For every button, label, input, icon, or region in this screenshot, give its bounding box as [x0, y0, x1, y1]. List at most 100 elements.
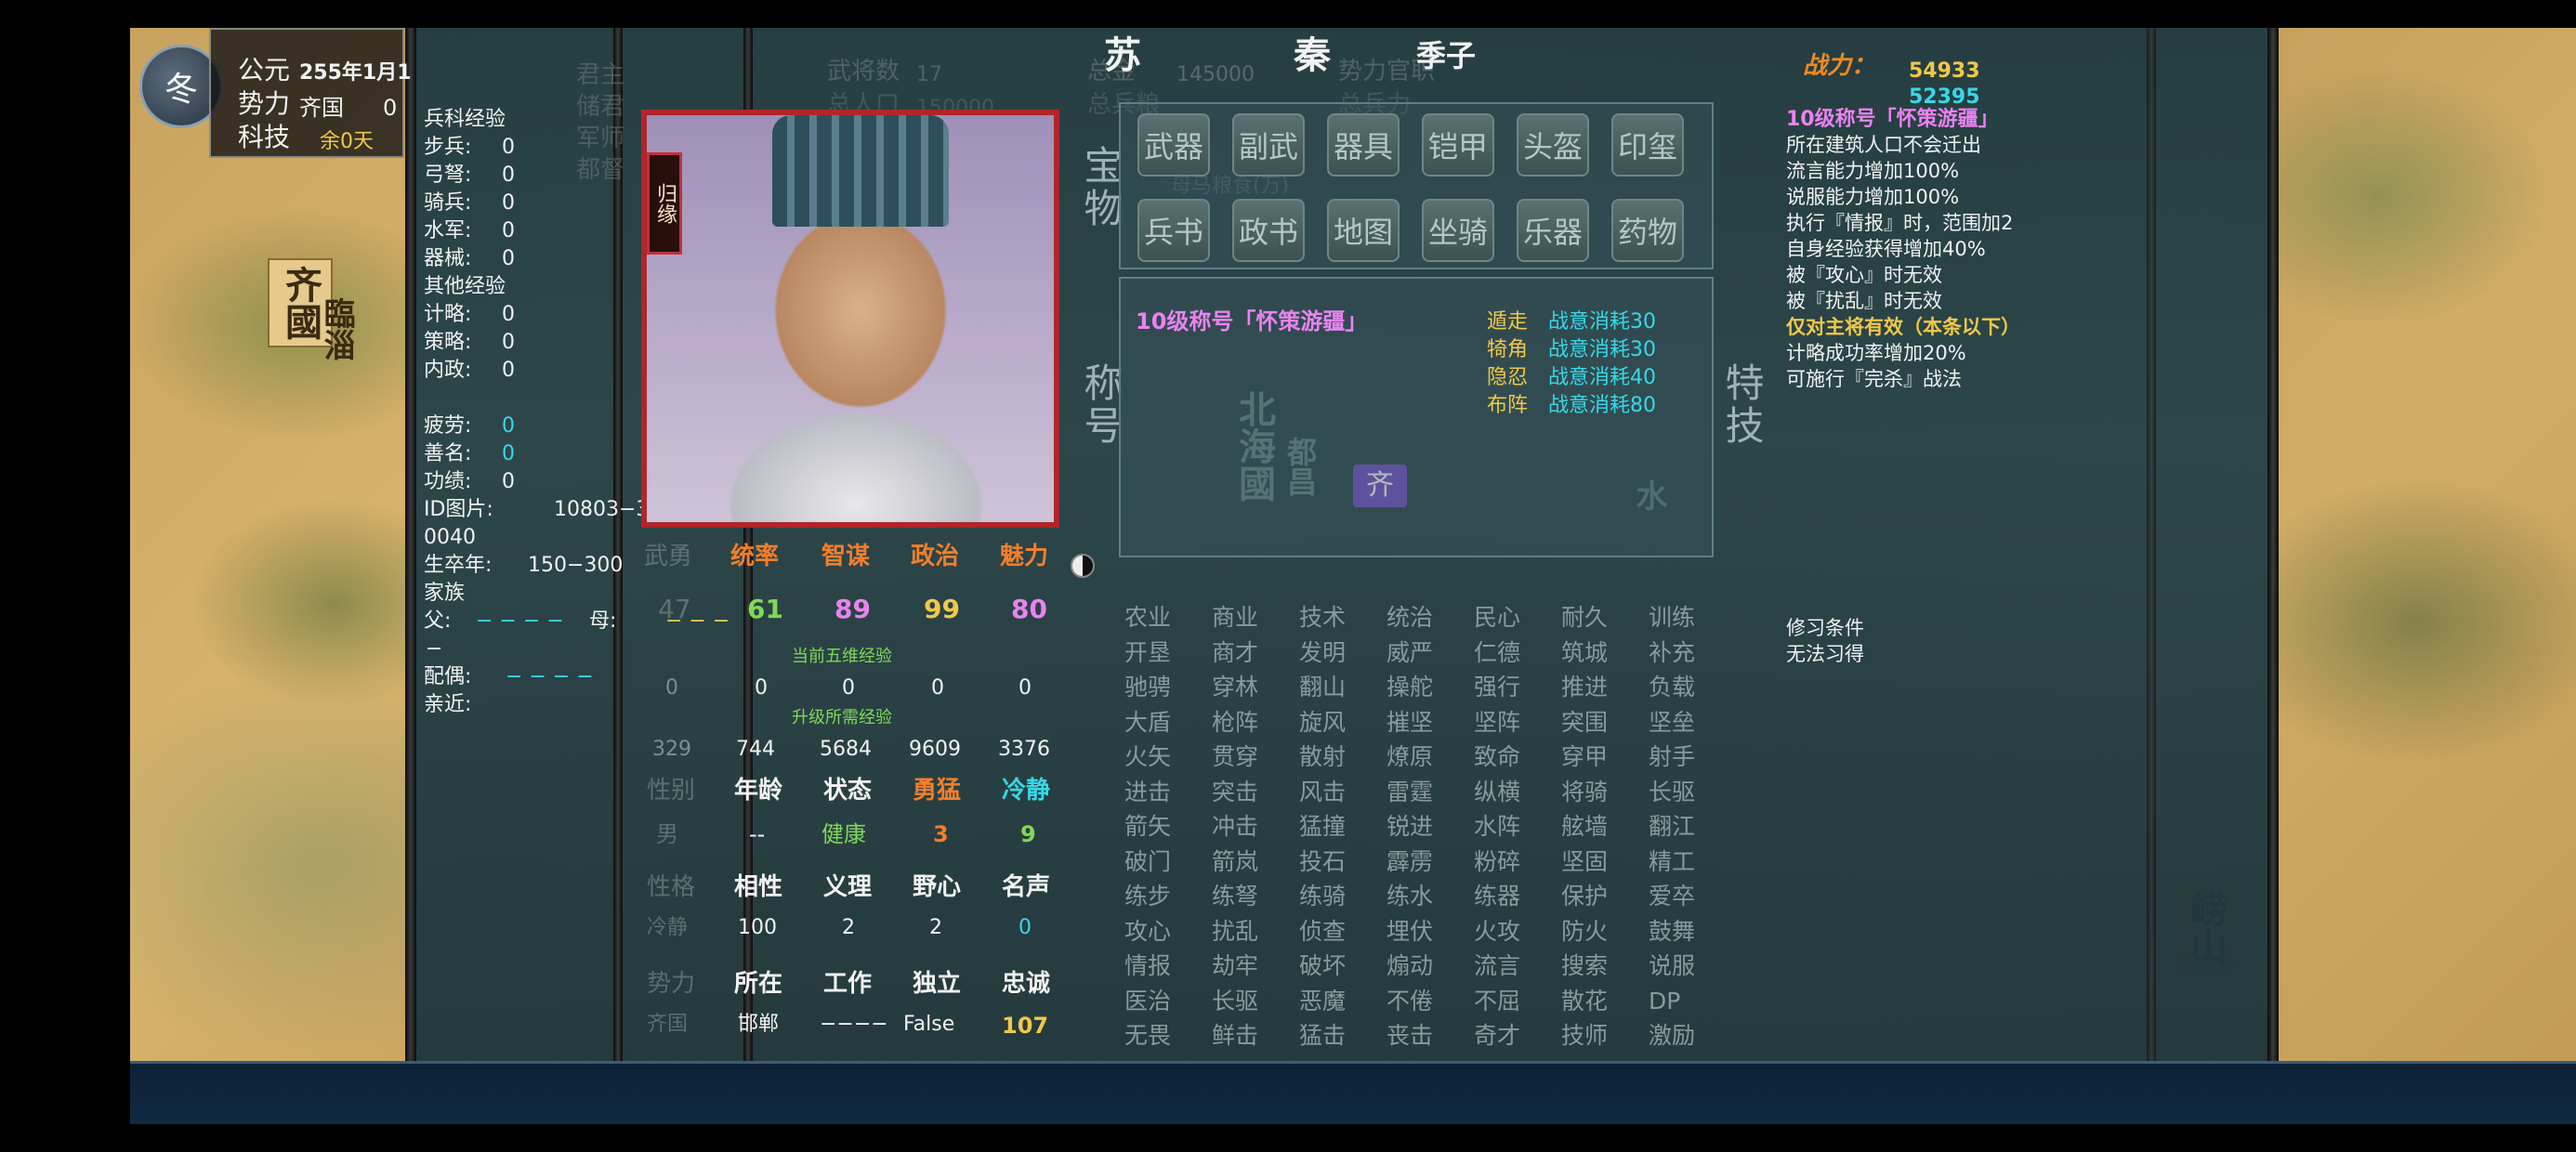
skill-cell[interactable]: 大盾	[1124, 711, 1171, 734]
skill-cell[interactable]: 训练	[1649, 606, 1695, 629]
skill-cell[interactable]: 埋伏	[1387, 920, 1433, 943]
skill-cell[interactable]: 保护	[1561, 884, 1608, 908]
treasure-instrument-button[interactable]: 乐器	[1517, 199, 1589, 262]
skill-cell[interactable]: 鼓舞	[1649, 920, 1695, 943]
skill-cell[interactable]: 箭矢	[1124, 815, 1171, 838]
skill-cell[interactable]: 练弩	[1212, 884, 1258, 908]
treasure-medicine-button[interactable]: 药物	[1611, 199, 1684, 262]
skill-cell[interactable]: 箭岚	[1212, 850, 1258, 873]
skill-cell[interactable]: 坚固	[1561, 850, 1608, 873]
skill-cell[interactable]: 精工	[1649, 850, 1695, 873]
skill-cell[interactable]: 旋风	[1299, 711, 1346, 734]
skill-cell[interactable]: 翻江	[1649, 815, 1695, 838]
skill-cell[interactable]: 搜索	[1561, 954, 1608, 977]
skill-cell[interactable]: 农业	[1124, 606, 1171, 629]
skill-cell[interactable]: 统治	[1387, 606, 1433, 629]
skill-cell[interactable]: 摧坚	[1387, 711, 1433, 734]
skill-cell[interactable]: 纵横	[1474, 780, 1520, 804]
skill-cell[interactable]: 突围	[1561, 711, 1608, 734]
skill-cell[interactable]: 穿林	[1212, 675, 1258, 699]
skill-cell[interactable]: 说服	[1649, 954, 1695, 977]
treasure-map-button[interactable]: 地图	[1327, 199, 1400, 262]
skill-cell[interactable]: 风击	[1299, 780, 1346, 804]
skill-cell[interactable]: 发明	[1299, 641, 1346, 664]
treasure-seal-button[interactable]: 印玺	[1611, 113, 1684, 177]
skill-cell[interactable]: 射手	[1649, 745, 1695, 768]
skill-cell[interactable]: 补充	[1649, 641, 1695, 664]
skill-cell[interactable]: 水阵	[1474, 815, 1520, 838]
skill-cell[interactable]: 穿甲	[1561, 745, 1608, 768]
skill-cell[interactable]: DP	[1649, 989, 1680, 1013]
skill-cell[interactable]: 煽动	[1387, 954, 1433, 977]
skill-cell[interactable]: 火攻	[1474, 920, 1520, 943]
skill-cell[interactable]: 长驱	[1212, 989, 1258, 1013]
skill-cell[interactable]: 民心	[1474, 606, 1520, 629]
skill-cell[interactable]: 防火	[1561, 920, 1608, 943]
skill-cell[interactable]: 投石	[1299, 850, 1346, 873]
skill-cell[interactable]: 仁德	[1474, 641, 1520, 664]
skill-cell[interactable]: 商才	[1212, 641, 1258, 664]
skill-cell[interactable]: 奇才	[1474, 1024, 1520, 1047]
skill-cell[interactable]: 猛击	[1299, 1024, 1346, 1047]
skill-cell[interactable]: 强行	[1474, 675, 1520, 699]
skill-cell[interactable]: 劫牢	[1212, 954, 1258, 977]
skill-cell[interactable]: 翻山	[1299, 675, 1346, 699]
skill-cell[interactable]: 医治	[1124, 989, 1171, 1013]
treasure-weapon-button[interactable]: 武器	[1137, 113, 1210, 177]
skill-cell[interactable]: 火矢	[1124, 745, 1171, 768]
skill-cell[interactable]: 枪阵	[1212, 711, 1258, 734]
skill-cell[interactable]: 致命	[1474, 745, 1520, 768]
skill-cell[interactable]: 不倦	[1387, 989, 1433, 1013]
skill-cell[interactable]: 丧击	[1387, 1024, 1433, 1047]
treasure-politics-book-button[interactable]: 政书	[1232, 199, 1305, 262]
skill-cell[interactable]: 扰乱	[1212, 920, 1258, 943]
skill-cell[interactable]: 开垦	[1124, 641, 1171, 664]
skill-cell[interactable]: 流言	[1474, 954, 1520, 977]
skill-cell[interactable]: 筑城	[1561, 641, 1608, 664]
treasure-armor-button[interactable]: 铠甲	[1422, 113, 1494, 177]
skill-cell[interactable]: 激励	[1649, 1024, 1695, 1047]
skill-cell[interactable]: 爱卒	[1649, 884, 1695, 908]
treasure-mount-button[interactable]: 坐骑	[1422, 199, 1494, 262]
skill-cell[interactable]: 猛撞	[1299, 815, 1346, 838]
skill-cell[interactable]: 突击	[1212, 780, 1258, 804]
skill-cell[interactable]: 技师	[1561, 1024, 1608, 1047]
skill-cell[interactable]: 破坏	[1299, 954, 1346, 977]
skill-cell[interactable]: 操舵	[1387, 675, 1433, 699]
skill-cell[interactable]: 练步	[1124, 884, 1171, 908]
skill-cell[interactable]: 威严	[1387, 641, 1433, 664]
treasure-tool-button[interactable]: 器具	[1327, 113, 1400, 177]
skill-cell[interactable]: 长驱	[1649, 780, 1695, 804]
skill-cell[interactable]: 商业	[1212, 606, 1258, 629]
skill-cell[interactable]: 坚阵	[1474, 711, 1520, 734]
skill-cell[interactable]: 练水	[1387, 884, 1433, 908]
treasure-helmet-button[interactable]: 头盔	[1517, 113, 1589, 177]
skill-cell[interactable]: 鲜击	[1212, 1024, 1258, 1047]
skill-cell[interactable]: 霹雳	[1387, 850, 1433, 873]
skill-cell[interactable]: 冲击	[1212, 815, 1258, 838]
skill-cell[interactable]: 散射	[1299, 745, 1346, 768]
skill-cell[interactable]: 情报	[1124, 954, 1171, 977]
skill-cell[interactable]: 攻心	[1124, 920, 1171, 943]
skill-cell[interactable]: 不屈	[1474, 989, 1520, 1013]
skill-cell[interactable]: 练器	[1474, 884, 1520, 908]
character-portrait[interactable]: 归缘	[641, 110, 1059, 528]
skill-cell[interactable]: 舷墙	[1561, 815, 1608, 838]
skill-cell[interactable]: 贯穿	[1212, 745, 1258, 768]
skill-cell[interactable]: 锐进	[1387, 815, 1433, 838]
skill-cell[interactable]: 恶魔	[1299, 989, 1346, 1013]
skill-cell[interactable]: 破门	[1124, 850, 1171, 873]
skill-cell[interactable]: 推进	[1561, 675, 1608, 699]
treasure-sub-weapon-button[interactable]: 副武	[1232, 113, 1305, 177]
skill-cell[interactable]: 粉碎	[1474, 850, 1520, 873]
skill-cell[interactable]: 侦查	[1299, 920, 1346, 943]
skill-cell[interactable]: 负载	[1649, 675, 1695, 699]
treasure-military-book-button[interactable]: 兵书	[1137, 199, 1210, 262]
skill-cell[interactable]: 驰骋	[1124, 675, 1171, 699]
skill-cell[interactable]: 进击	[1124, 780, 1171, 804]
skill-cell[interactable]: 练骑	[1299, 884, 1346, 908]
skill-cell[interactable]: 耐久	[1561, 606, 1608, 629]
skill-cell[interactable]: 技术	[1299, 606, 1346, 629]
skill-cell[interactable]: 无畏	[1124, 1024, 1171, 1047]
skill-cell[interactable]: 坚垒	[1649, 711, 1695, 734]
